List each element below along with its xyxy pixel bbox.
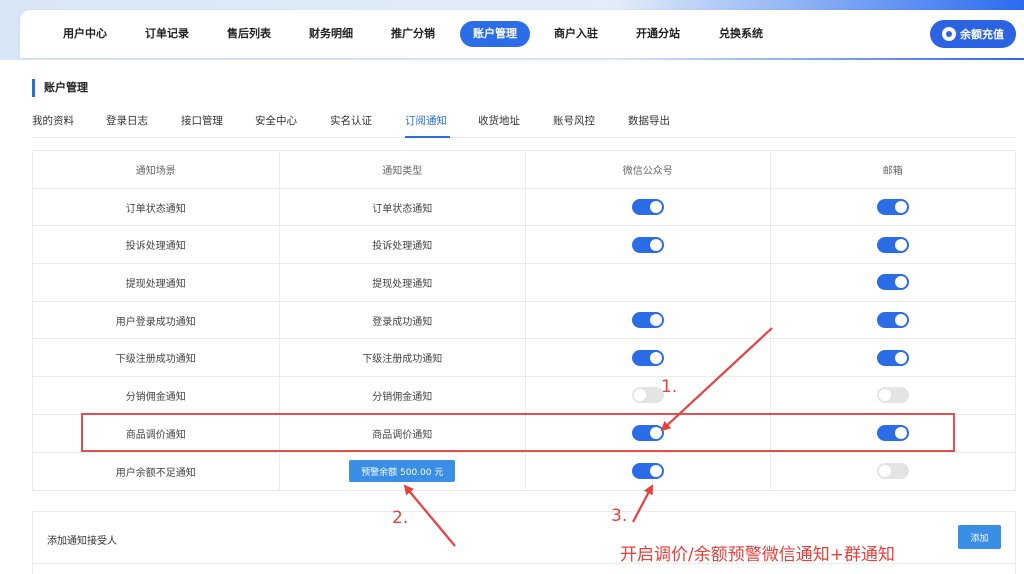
tab-risk-control[interactable]: 账号风控 <box>553 114 628 138</box>
table-row: 用户余额不足通知 预警余额 500.00 元 <box>33 452 1016 491</box>
email-toggle[interactable] <box>876 387 909 404</box>
tab-login-log[interactable]: 登录日志 <box>106 114 181 138</box>
email-toggle[interactable] <box>876 463 909 480</box>
cell-wechat <box>526 226 771 264</box>
cell-wechat <box>526 264 771 301</box>
cell-email <box>771 339 1016 376</box>
cell-email <box>771 377 1016 414</box>
recharge-button[interactable]: 余额充值 <box>930 20 1016 48</box>
table-header-row: 通知场景 通知类型 微信公众号 邮箱 <box>33 151 1015 189</box>
email-toggle[interactable] <box>876 274 909 291</box>
tab-verification[interactable]: 实名认证 <box>330 114 405 138</box>
wechat-toggle[interactable] <box>631 425 664 442</box>
tab-profile[interactable]: 我的资料 <box>32 114 106 138</box>
email-toggle[interactable] <box>876 236 909 253</box>
annotation-2: 2. <box>392 508 409 528</box>
table-row: 订单状态通知 订单状态通知 <box>33 188 1016 227</box>
cell-scene: 投诉处理通知 <box>33 226 280 264</box>
cell-type: 订单状态通知 <box>280 188 526 226</box>
table-row: 分销佣金通知 分销佣金通知 <box>33 377 1015 415</box>
nav-item-after-sales[interactable]: 售后列表 <box>208 21 290 47</box>
annotation-note: 开启调价/余额预警微信通知+群通知 <box>620 545 895 565</box>
table-row: 下级注册成功通知 下级注册成功通知 <box>33 339 1016 378</box>
cell-email <box>771 302 1016 339</box>
tab-address[interactable]: 收货地址 <box>478 114 553 138</box>
nav-item-merchant[interactable]: 商户入驻 <box>536 21 616 47</box>
wechat-toggle[interactable] <box>631 236 664 253</box>
nav-item-finance[interactable]: 财务明细 <box>290 21 372 47</box>
email-toggle[interactable] <box>876 425 909 442</box>
cell-type: 下级注册成功通知 <box>280 339 526 377</box>
recipients-label: 添加通知接受人 <box>47 536 117 547</box>
cell-email <box>771 226 1016 263</box>
main-nav: 用户中心 订单记录 售后列表 财务明细 推广分销 账户管理 商户入驻 开通分站 … <box>44 21 782 47</box>
cell-type: 分销佣金通知 <box>280 377 526 414</box>
nav-item-user-center[interactable]: 用户中心 <box>44 21 126 47</box>
cell-type: 登录成功通知 <box>280 301 526 339</box>
wechat-toggle[interactable] <box>631 387 664 404</box>
wechat-toggle[interactable] <box>631 312 664 329</box>
table-row: 提现处理通知 提现处理通知 <box>33 264 1015 302</box>
header-type: 通知类型 <box>280 151 526 188</box>
cell-wechat <box>526 414 771 452</box>
cell-wechat <box>526 377 771 414</box>
cell-wechat <box>526 301 771 339</box>
header-wechat: 微信公众号 <box>526 151 771 188</box>
wechat-toggle[interactable] <box>631 199 664 216</box>
cell-scene: 商品调价通知 <box>33 414 280 452</box>
email-toggle[interactable] <box>876 349 909 366</box>
notification-table: 通知场景 通知类型 微信公众号 邮箱 订单状态通知 订单状态通知 投诉处理通知 投诉处… <box>32 150 1016 492</box>
cell-scene: 用户登录成功通知 <box>33 301 280 339</box>
top-navigation-bar: 用户中心 订单记录 售后列表 财务明细 推广分销 账户管理 商户入驻 开通分站 … <box>20 10 1024 58</box>
wallet-icon <box>942 27 956 41</box>
cell-type: 商品调价通知 <box>280 414 526 452</box>
wechat-toggle[interactable] <box>631 349 664 366</box>
cell-type: 投诉处理通知 <box>280 226 526 264</box>
page-title: 账户管理 <box>32 79 88 97</box>
cell-type: 提现处理通知 <box>280 264 526 301</box>
table-row: 用户登录成功通知 登录成功通知 <box>33 301 1016 340</box>
cell-scene: 用户余额不足通知 <box>33 452 280 491</box>
cell-scene: 提现处理通知 <box>33 264 280 301</box>
cell-scene: 订单状态通知 <box>33 188 280 226</box>
cell-email <box>771 453 1016 491</box>
table-row: 投诉处理通知 投诉处理通知 <box>33 226 1016 265</box>
cell-wechat <box>526 339 771 377</box>
cell-email <box>771 415 1016 452</box>
tab-api[interactable]: 接口管理 <box>181 114 255 138</box>
cell-scene: 分销佣金通知 <box>33 377 280 414</box>
sub-tabs: 我的资料 登录日志 接口管理 安全中心 实名认证 订阅通知 收货地址 账号风控 … <box>32 114 1016 138</box>
nav-item-orders[interactable]: 订单记录 <box>126 21 208 47</box>
balance-warning-button[interactable]: 预警余额 500.00 元 <box>349 460 456 483</box>
email-toggle[interactable] <box>876 312 909 329</box>
table-row: 商品调价通知 商品调价通知 <box>33 414 1016 453</box>
nav-item-substation[interactable]: 开通分站 <box>616 21 700 47</box>
cell-wechat <box>526 188 771 226</box>
annotation-3: 3. <box>611 506 628 526</box>
header-scene: 通知场景 <box>33 151 280 188</box>
email-toggle[interactable] <box>876 199 909 216</box>
wechat-toggle[interactable] <box>631 463 664 480</box>
cell-wechat <box>526 452 771 491</box>
tab-subscription[interactable]: 订阅通知 <box>405 114 450 138</box>
tab-security[interactable]: 安全中心 <box>255 114 330 138</box>
nav-item-promotion[interactable]: 推广分销 <box>372 21 454 47</box>
tab-export[interactable]: 数据导出 <box>628 114 703 138</box>
cell-scene: 下级注册成功通知 <box>33 339 280 377</box>
recharge-label: 余额充值 <box>960 28 1004 41</box>
cell-email <box>771 189 1016 226</box>
add-recipient-button[interactable]: 添加 <box>958 525 1001 549</box>
nav-item-exchange[interactable]: 兑换系统 <box>700 21 782 47</box>
header-email: 邮箱 <box>882 165 903 177</box>
nav-item-account[interactable]: 账户管理 <box>460 21 530 47</box>
cell-type: 预警余额 500.00 元 <box>280 452 526 491</box>
cell-email <box>771 264 1016 301</box>
annotation-1: 1. <box>661 377 678 397</box>
